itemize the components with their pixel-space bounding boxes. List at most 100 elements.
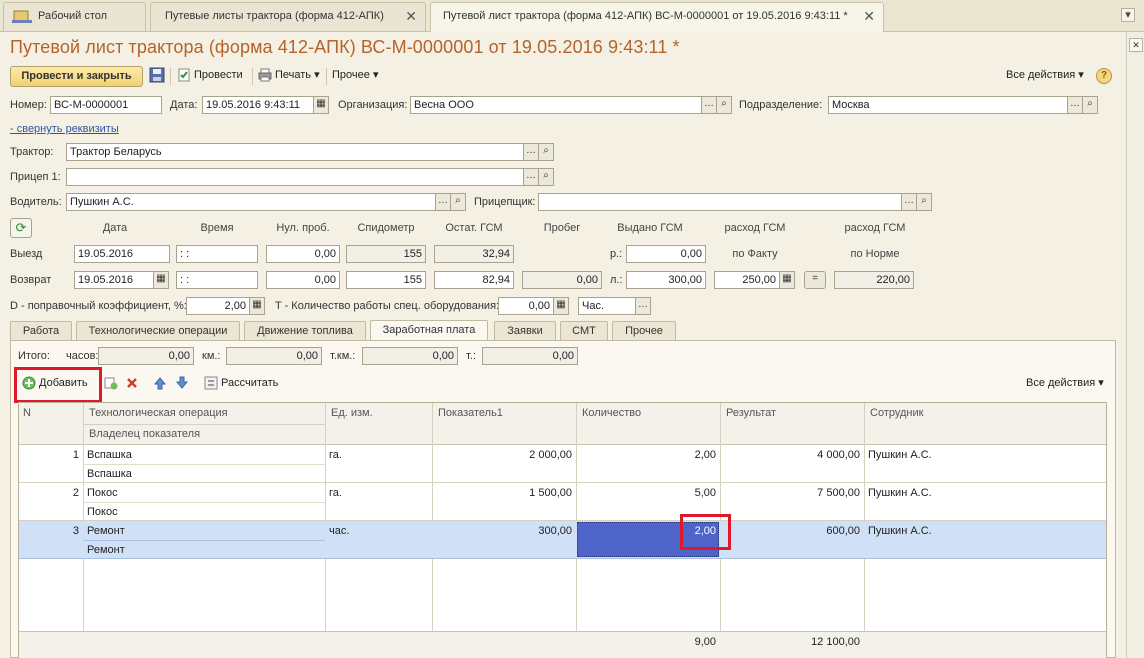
return-odometer-field[interactable]: 155 <box>346 271 426 289</box>
window-list-button[interactable]: ▾ <box>1121 8 1135 22</box>
return-zero-run-field[interactable]: 0,00 <box>266 271 340 289</box>
calculate-button[interactable]: Рассчитать <box>204 374 278 394</box>
tab-waybill-list[interactable]: Путевые листы трактора (форма 412-АПК) ✕ <box>150 2 426 31</box>
search-icon[interactable]: ⌕ <box>450 193 466 211</box>
select-dots-icon[interactable]: … <box>701 96 717 114</box>
return-mileage-field[interactable]: 0,00 <box>522 271 602 289</box>
search-icon[interactable]: ⌕ <box>538 143 554 161</box>
col-employee-header[interactable]: Сотрудник <box>866 407 927 419</box>
tab-tech-operations[interactable]: Технологические операции <box>76 321 240 340</box>
select-dots-icon[interactable]: … <box>435 193 451 211</box>
trailer-field[interactable] <box>66 168 524 186</box>
post-and-close-button[interactable]: Провести и закрыть <box>10 66 143 87</box>
select-dots-icon[interactable]: … <box>1067 96 1083 114</box>
col-fuel-left-header: Остат. ГСМ <box>445 222 503 234</box>
org-field[interactable]: Весна ООО <box>410 96 702 114</box>
return-date-field[interactable]: 19.05.2016 <box>74 271 154 289</box>
number-field[interactable]: ВС-М-0000001 <box>50 96 162 114</box>
calendar-icon[interactable]: ▦ <box>153 271 169 289</box>
special-work-unit-field[interactable]: Час. <box>578 297 636 315</box>
calculator-icon[interactable]: ▦ <box>779 271 795 289</box>
other-menu-button[interactable]: Прочее ▾ <box>332 66 378 86</box>
col-owner-header[interactable]: Владелец показателя <box>85 428 204 440</box>
dept-field[interactable]: Москва <box>828 96 1068 114</box>
copy-row-button[interactable] <box>104 374 121 394</box>
return-fuel-left-field[interactable]: 82,94 <box>434 271 514 289</box>
departure-time-field[interactable]: : : <box>176 245 258 263</box>
col-quantity-header[interactable]: Количество <box>578 407 645 419</box>
tab-desktop[interactable]: Рабочий стол <box>3 2 146 31</box>
hours-label: часов: <box>66 350 99 362</box>
move-down-button[interactable] <box>175 374 192 394</box>
col-time-header: Время <box>200 222 234 234</box>
tab-salary[interactable]: Заработная плата <box>370 320 488 340</box>
all-actions-label: Все действия <box>1006 69 1076 81</box>
print-menu-button[interactable]: Печать ▾ <box>258 66 320 86</box>
collapse-details-link[interactable]: - свернуть реквизиты <box>10 123 119 135</box>
hours-field[interactable]: 0,00 <box>98 347 194 365</box>
coef-field[interactable]: 2,00 <box>186 297 250 315</box>
calculator-icon[interactable]: ▦ <box>249 297 265 315</box>
toolbar-divider <box>326 68 327 85</box>
departure-label: Выезд <box>10 248 43 260</box>
search-icon[interactable]: ⌕ <box>716 96 732 114</box>
departure-unit-label: р.: <box>610 248 623 260</box>
tractor-field[interactable]: Трактор Беларусь <box>66 143 524 161</box>
calendar-icon[interactable]: ▦ <box>313 96 329 114</box>
search-icon[interactable]: ⌕ <box>538 168 554 186</box>
delete-icon <box>127 378 137 388</box>
equals-button[interactable]: = <box>804 271 826 289</box>
return-norm-field[interactable]: 220,00 <box>834 271 914 289</box>
tab-work[interactable]: Работа <box>10 321 72 340</box>
col-result-header[interactable]: Результат <box>722 407 780 419</box>
calculator-icon[interactable]: ▦ <box>553 297 569 315</box>
driver-field[interactable]: Пушкин А.С. <box>66 193 436 211</box>
date-field[interactable]: 19.05.2016 9:43:11 <box>202 96 314 114</box>
return-time-field[interactable]: : : <box>176 271 258 289</box>
tab-fuel-movement[interactable]: Движение топлива <box>244 321 366 340</box>
select-dots-icon[interactable]: … <box>523 168 539 186</box>
delete-row-button[interactable] <box>125 374 142 394</box>
all-actions-button[interactable]: Все действия ▾ <box>1006 66 1084 86</box>
salary-table: N Технологическая операция Владелец пока… <box>18 402 1107 658</box>
tkm-field[interactable]: 0,00 <box>362 347 458 365</box>
departure-zero-run-field[interactable]: 0,00 <box>266 245 340 263</box>
table-row-selected[interactable]: 3 Ремонт Ремонт час. 300,00 2,00 600,00 … <box>19 521 1106 559</box>
table-row[interactable]: 1 Вспашка Вспашка га. 2 000,00 2,00 4 00… <box>19 445 1106 483</box>
departure-date-field[interactable]: 19.05.2016 <box>74 245 170 263</box>
move-up-button[interactable] <box>153 374 170 394</box>
departure-odometer-field[interactable]: 155 <box>346 245 426 263</box>
col-indicator-header[interactable]: Показатель1 <box>434 407 507 419</box>
return-fact-field[interactable]: 250,00 <box>714 271 780 289</box>
search-icon[interactable]: ⌕ <box>1082 96 1098 114</box>
tab-requests[interactable]: Заявки <box>494 321 556 340</box>
km-field[interactable]: 0,00 <box>226 347 322 365</box>
refresh-icon[interactable]: ⟳ <box>10 218 32 238</box>
close-icon[interactable]: ✕ <box>405 3 417 30</box>
close-icon[interactable]: ✕ <box>1129 38 1143 52</box>
tab-other[interactable]: Прочее <box>612 321 676 340</box>
hitcher-field[interactable] <box>538 193 902 211</box>
help-icon[interactable]: ? <box>1096 68 1112 84</box>
col-unit-header[interactable]: Ед. изм. <box>327 407 377 419</box>
table-row[interactable]: 2 Покос Покос га. 1 500,00 5,00 7 500,00… <box>19 483 1106 521</box>
special-work-field[interactable]: 0,00 <box>498 297 554 315</box>
save-button[interactable] <box>149 66 165 86</box>
close-icon[interactable]: ✕ <box>863 3 875 30</box>
col-n-header[interactable]: N <box>19 407 35 419</box>
select-dots-icon[interactable]: … <box>901 193 917 211</box>
search-icon[interactable]: ⌕ <box>916 193 932 211</box>
table-all-actions-button[interactable]: Все действия ▾ <box>1026 374 1104 394</box>
row-result: 7 500,00 <box>817 487 860 499</box>
select-dots-icon[interactable]: … <box>635 297 651 315</box>
return-issued-field[interactable]: 300,00 <box>626 271 706 289</box>
tab-smt[interactable]: СМТ <box>560 321 608 340</box>
col-operation-header[interactable]: Технологическая операция <box>85 407 232 419</box>
post-button[interactable]: Провести <box>177 66 243 86</box>
t-field[interactable]: 0,00 <box>482 347 578 365</box>
select-dots-icon[interactable]: … <box>523 143 539 161</box>
departure-issued-field[interactable]: 0,00 <box>626 245 706 263</box>
tab-waybill-doc[interactable]: Путевой лист трактора (форма 412-АПК) ВС… <box>430 2 884 32</box>
page-title: Путевой лист трактора (форма 412-АПК) ВС… <box>10 37 680 57</box>
departure-fuel-left-field[interactable]: 32,94 <box>434 245 514 263</box>
